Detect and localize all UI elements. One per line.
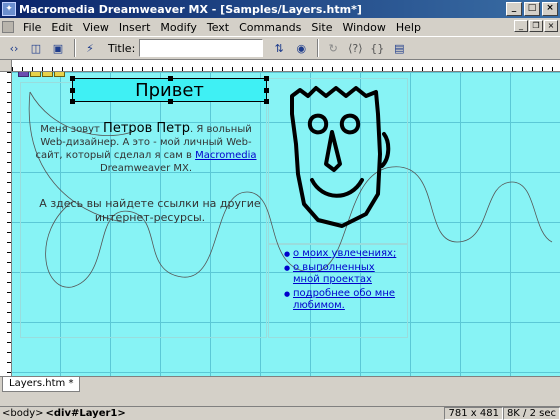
view-options-icon[interactable]: ▤ (389, 39, 409, 57)
dreamweaver-app-icon[interactable]: ✦ (2, 2, 16, 16)
toolbar-separator (74, 39, 76, 57)
menu-text[interactable]: Text (202, 21, 234, 34)
list-item: о выполненных мной проектах (284, 262, 404, 286)
code-view-icon[interactable]: ‹› (4, 39, 24, 57)
intro-suffix: Dreamweaver MX. (99, 163, 193, 174)
list-item: подробнее обо мне любимом. (284, 288, 404, 312)
resize-handle[interactable] (168, 99, 173, 104)
menu-insert[interactable]: Insert (114, 21, 156, 34)
window-size[interactable]: 781 x 481 (444, 407, 503, 420)
title-input[interactable] (139, 39, 264, 57)
intro-prefix: Меня зовут (40, 124, 104, 135)
intro-paragraph: Меня зовут Петров Петр. Я вольный Web-ди… (28, 122, 264, 175)
links-list: о моих увлечениях; о выполненных мной пр… (284, 248, 404, 314)
title-bar: ✦ Macromedia Dreamweaver MX - [Samples/L… (0, 0, 560, 18)
resize-handle[interactable] (70, 76, 75, 81)
doc-close-button[interactable]: × (544, 20, 558, 32)
menu-view[interactable]: View (78, 21, 114, 34)
resize-handle[interactable] (264, 99, 269, 104)
links-intro: А здесь вы найдете ссылки на другие инте… (39, 197, 261, 224)
close-button[interactable]: × (542, 2, 558, 16)
download-stats: 8K / 2 sec (502, 407, 560, 420)
about-link[interactable]: подробнее обо мне любимом. (293, 288, 395, 311)
list-item: о моих увлечениях; (284, 248, 404, 260)
menu-file[interactable]: File (18, 21, 46, 34)
heading-layer[interactable]: Привет (70, 76, 269, 104)
document-tab-bar: Layers.htm * (0, 376, 560, 392)
doc-restore-button[interactable]: ❐ (529, 20, 543, 32)
menu-commands[interactable]: Commands (234, 21, 306, 34)
vertical-ruler (0, 72, 12, 376)
doc-minimize-button[interactable]: _ (514, 20, 528, 32)
refresh-icon[interactable]: ↻ (323, 39, 343, 57)
resize-handle[interactable] (70, 88, 75, 93)
hobbies-link[interactable]: о моих увлечениях; (293, 248, 396, 259)
resize-handle[interactable] (168, 76, 173, 81)
file-management-icon[interactable]: ⇅ (269, 39, 289, 57)
menu-modify[interactable]: Modify (155, 21, 201, 34)
page-heading: Привет (135, 79, 204, 101)
menu-help[interactable]: Help (391, 21, 426, 34)
menu-window[interactable]: Window (338, 21, 391, 34)
preview-browser-icon[interactable]: ◉ (291, 39, 311, 57)
tag-selector-div[interactable]: <div#Layer1> (46, 408, 126, 419)
live-data-icon[interactable]: ⚡ (80, 39, 100, 57)
menu-site[interactable]: Site (306, 21, 337, 34)
code-navigation-icon[interactable]: {} (367, 39, 387, 57)
macromedia-link[interactable]: Macromedia (195, 150, 256, 161)
minimize-button[interactable]: _ (506, 2, 522, 16)
menu-bar: File Edit View Insert Modify Text Comman… (0, 18, 560, 36)
toolbar-separator (317, 39, 320, 57)
horizontal-ruler (12, 60, 560, 72)
resize-handle[interactable] (264, 88, 269, 93)
maximize-button[interactable]: □ (524, 2, 540, 16)
face-drawing (290, 86, 391, 228)
window-title: Macromedia Dreamweaver MX - [Samples/Lay… (19, 2, 362, 16)
split-view-icon[interactable]: ◫ (26, 39, 46, 57)
resize-handle[interactable] (264, 76, 269, 81)
projects-link[interactable]: о выполненных мной проектах (293, 262, 375, 285)
title-label: Title: (108, 41, 136, 55)
status-bar: <body> <div#Layer1> 781 x 481 8K / 2 sec (0, 406, 560, 420)
menu-edit[interactable]: Edit (46, 21, 77, 34)
reference-icon[interactable]: ⟨?⟩ (345, 39, 365, 57)
design-view-icon[interactable]: ▣ (48, 39, 68, 57)
ruler-corner (0, 60, 12, 72)
tag-selector-body[interactable]: <body> (0, 408, 46, 419)
document-control-icon[interactable] (2, 21, 14, 33)
design-canvas[interactable]: Привет Меня зовут Петров Петр. Я вольный… (12, 72, 560, 376)
author-name: Петров Петр (103, 121, 190, 136)
document-tab[interactable]: Layers.htm * (2, 377, 81, 392)
document-toolbar: ‹› ◫ ▣ ⚡ Title: ⇅ ◉ ↻ ⟨?⟩ {} ▤ (0, 36, 560, 60)
resize-handle[interactable] (70, 99, 75, 104)
